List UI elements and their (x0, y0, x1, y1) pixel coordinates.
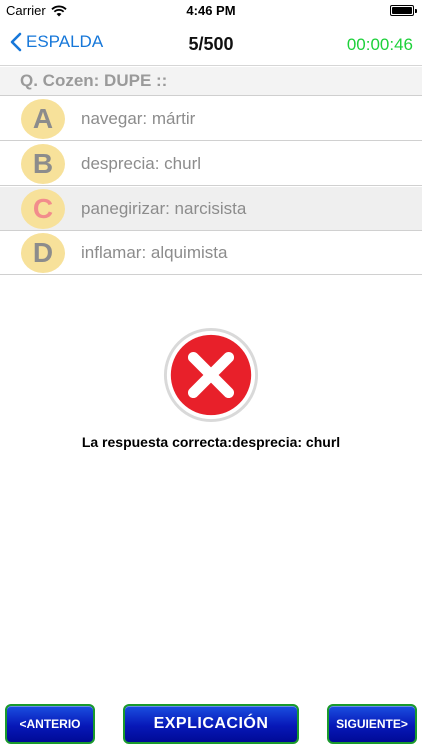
nav-bar: ESPALDA 5/500 00:00:46 (0, 22, 422, 66)
option-text: inflamar: alquimista (81, 243, 228, 262)
option-letter-badge: D (21, 233, 65, 273)
option-c[interactable]: C panegirizar: narcisista (0, 187, 422, 231)
previous-button[interactable]: <ANTERIO (5, 704, 95, 744)
option-text: panegirizar: narcisista (81, 199, 247, 218)
option-d[interactable]: D inflamar: alquimista (0, 231, 422, 275)
option-b[interactable]: B desprecia: churl (0, 142, 422, 186)
option-letter-badge: C (21, 189, 65, 229)
next-button[interactable]: SIGUIENTE> (327, 704, 417, 744)
option-text: navegar: mártir (81, 109, 196, 128)
option-text: desprecia: churl (81, 154, 202, 173)
option-a[interactable]: A navegar: mártir (0, 97, 422, 141)
elapsed-timer: 00:00:46 (346, 35, 413, 54)
question-text: Q. Cozen: DUPE :: (0, 67, 422, 96)
status-bar: Carrier 4:46 PM (0, 0, 422, 22)
wrong-answer-x-icon (163, 327, 259, 423)
option-letter-badge: B (21, 144, 65, 184)
option-letter-badge: A (21, 99, 65, 139)
battery-icon (390, 5, 417, 16)
correct-answer-text: La respuesta correcta:desprecia: churl (81, 434, 341, 450)
explanation-button[interactable]: EXPLICACIÓN (123, 704, 299, 744)
status-time: 4:46 PM (186, 3, 236, 18)
